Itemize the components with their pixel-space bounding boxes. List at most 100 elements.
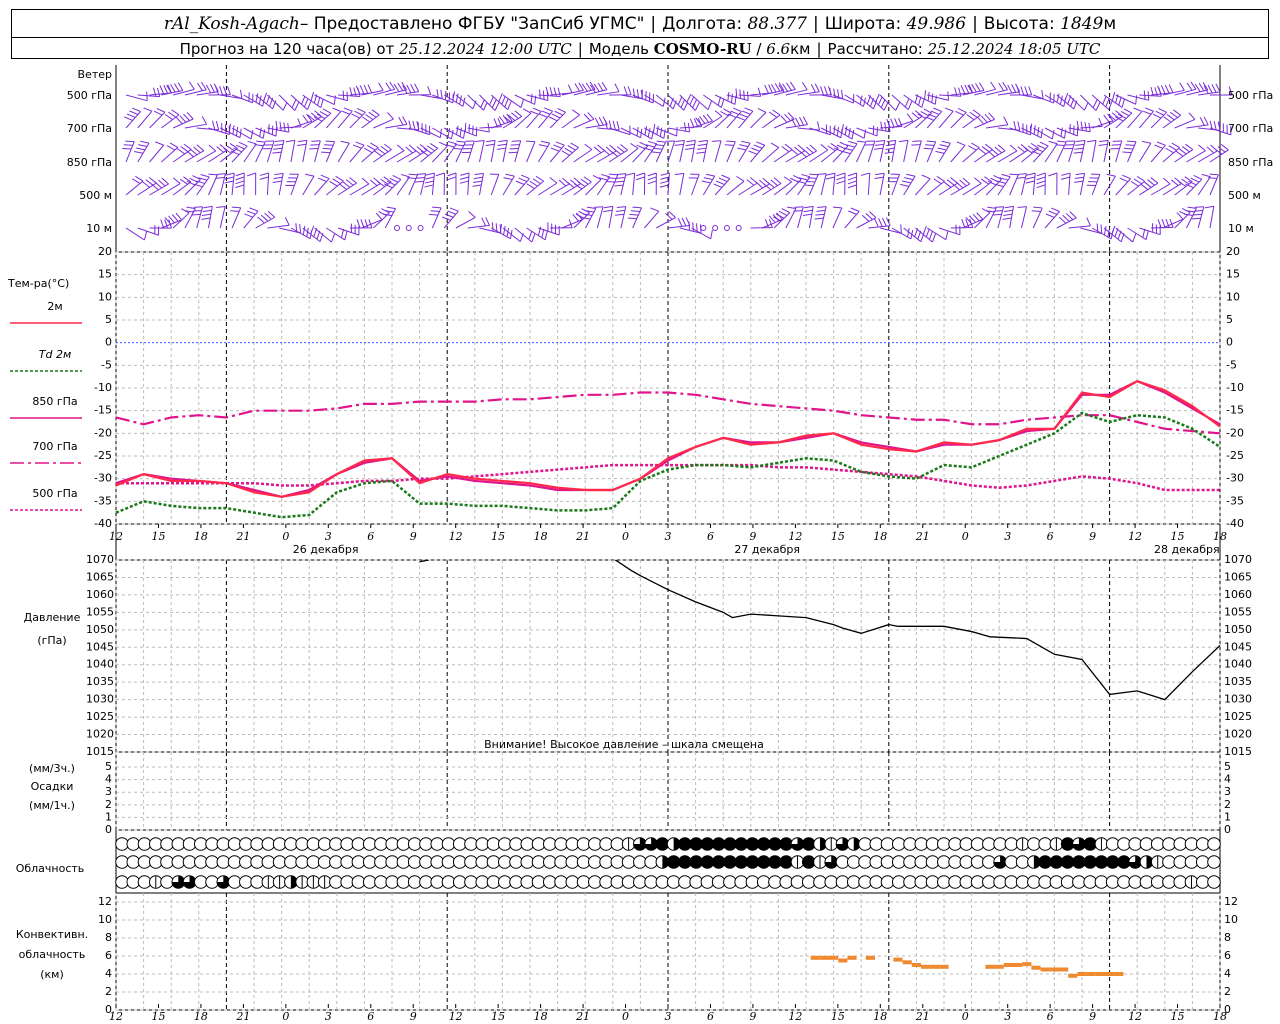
- wind-barb: [832, 206, 843, 229]
- wind-barb: [603, 205, 614, 229]
- wind-barb: [632, 141, 649, 163]
- wind-barb: [915, 174, 931, 196]
- cloud-octas-symbol: [903, 855, 917, 869]
- conv-tick-left: 12: [98, 895, 112, 908]
- wind-barb: [208, 173, 218, 196]
- wind-barb: [891, 227, 914, 240]
- cloud-octas-symbol: [126, 855, 141, 869]
- wind-barb: [461, 140, 475, 163]
- cloud-octas-symbol: [160, 855, 174, 869]
- wind-barb: [1031, 206, 1043, 229]
- temp-tick-right: -30: [1226, 472, 1244, 485]
- wind-barb: [785, 81, 808, 96]
- wind-barb: [1068, 120, 1091, 133]
- time-tick-label: 18: [1213, 1010, 1227, 1023]
- cloud-octas-symbol: [205, 875, 219, 889]
- cloud-octas-symbol: [362, 855, 377, 869]
- wind-barb: [1002, 205, 1015, 229]
- pressure-tick-right: 1060: [1224, 588, 1252, 601]
- cloud-octas-symbol: [1207, 855, 1221, 869]
- cloud-octas-symbol: [1038, 837, 1052, 851]
- wind-barb: [549, 141, 565, 163]
- wind-barb: [679, 118, 703, 129]
- cloud-octas-symbol: [982, 875, 996, 889]
- wind-barb: [285, 139, 296, 163]
- wind-barb: [635, 172, 646, 196]
- pressure-tick-left: 1015: [86, 745, 114, 758]
- wind-barb: [655, 94, 677, 110]
- time-tick-label: 3: [325, 1010, 332, 1023]
- wind-barb: [737, 140, 751, 163]
- wind-barb: [911, 140, 922, 163]
- cloud-octas-symbol: [1128, 837, 1142, 851]
- cloud-octas-symbol: [272, 875, 287, 889]
- legend-label: 500 гПа: [32, 487, 77, 500]
- cloud-octas-symbol: [959, 875, 974, 889]
- cloud-octas-symbol: [419, 855, 433, 869]
- time-tick-label: 15: [491, 530, 505, 543]
- wind-barb: [864, 140, 876, 163]
- cloud-octas-symbol: [756, 855, 771, 869]
- time-tick-label: 9: [1089, 1010, 1096, 1023]
- wind-barb: [1151, 218, 1174, 229]
- wind-barb: [785, 116, 809, 129]
- wind-barb: [361, 109, 380, 129]
- wind-barb: [674, 172, 685, 196]
- temp-tick-right: 5: [1226, 313, 1233, 326]
- conv-cloud-bar: [838, 958, 848, 963]
- precip-unit-1h: (мм/1ч.): [29, 799, 75, 812]
- cloud-octas-symbol: [824, 837, 839, 851]
- wind-barb: [272, 140, 285, 163]
- wind-barb: [701, 173, 716, 196]
- wind-barb: [338, 87, 361, 98]
- time-tick-label: 6: [707, 530, 714, 543]
- wind-barb: [874, 140, 886, 163]
- pressure-tick-left: 1060: [86, 588, 114, 601]
- time-tick-label: 15: [1171, 1010, 1185, 1023]
- time-tick-label: 21: [235, 1010, 250, 1023]
- wind-barb: [726, 88, 749, 101]
- wind-barb: [538, 222, 560, 236]
- conv-cloud-bar: [985, 964, 995, 969]
- temp-tick-left: -15: [94, 404, 112, 417]
- cloud-octas-symbol: [599, 855, 613, 869]
- wind-barb: [396, 83, 420, 96]
- precip-panel-title: Осадки: [31, 780, 74, 793]
- wind-barb: [1115, 174, 1131, 196]
- cloud-octas-symbol: [475, 855, 490, 869]
- conv-cloud-bar: [810, 955, 820, 960]
- cloud-octas-symbol: [610, 875, 625, 889]
- wind-barb: [927, 91, 950, 101]
- wind-barb: [1044, 207, 1060, 229]
- cloud-octas-symbol: [576, 855, 591, 869]
- wind-barb: [467, 94, 488, 111]
- cloud-octas-symbol: [745, 837, 760, 851]
- calm-wind-symbol: [417, 225, 424, 231]
- cloud-octas-symbol: [655, 875, 670, 889]
- cloud-octas-symbol: [588, 875, 602, 889]
- cloud-octas-symbol: [1094, 855, 1109, 869]
- cloud-octas-symbol: [970, 875, 985, 889]
- cloud-octas-symbol: [137, 855, 152, 869]
- conv-cloud-bar: [829, 955, 839, 960]
- conv-panel-title: Конвективн.: [16, 928, 88, 941]
- cloud-octas-symbol: [948, 855, 962, 869]
- wind-barb: [724, 140, 736, 163]
- cloud-octas-symbol: [148, 875, 163, 889]
- wind-barb: [856, 125, 878, 137]
- wind-barb: [656, 126, 678, 137]
- cloud-octas-symbol: [452, 855, 467, 869]
- pressure-tick-right: 1055: [1224, 605, 1252, 618]
- day-label: 27 декабря: [734, 543, 800, 556]
- wind-barb: [134, 140, 150, 163]
- cloud-octas-symbol: [531, 855, 546, 869]
- wind-barb: [1056, 124, 1079, 137]
- cloud-octas-symbol: [1117, 855, 1131, 869]
- cloud-octas-symbol: [903, 837, 917, 851]
- time-tick-label: 18: [194, 530, 208, 543]
- cloud-octas-symbol: [441, 875, 456, 889]
- cloud-octas-symbol: [891, 875, 906, 889]
- wind-barb: [255, 124, 277, 137]
- cloud-octas-symbol: [588, 855, 602, 869]
- cloud-octas-symbol: [239, 875, 253, 889]
